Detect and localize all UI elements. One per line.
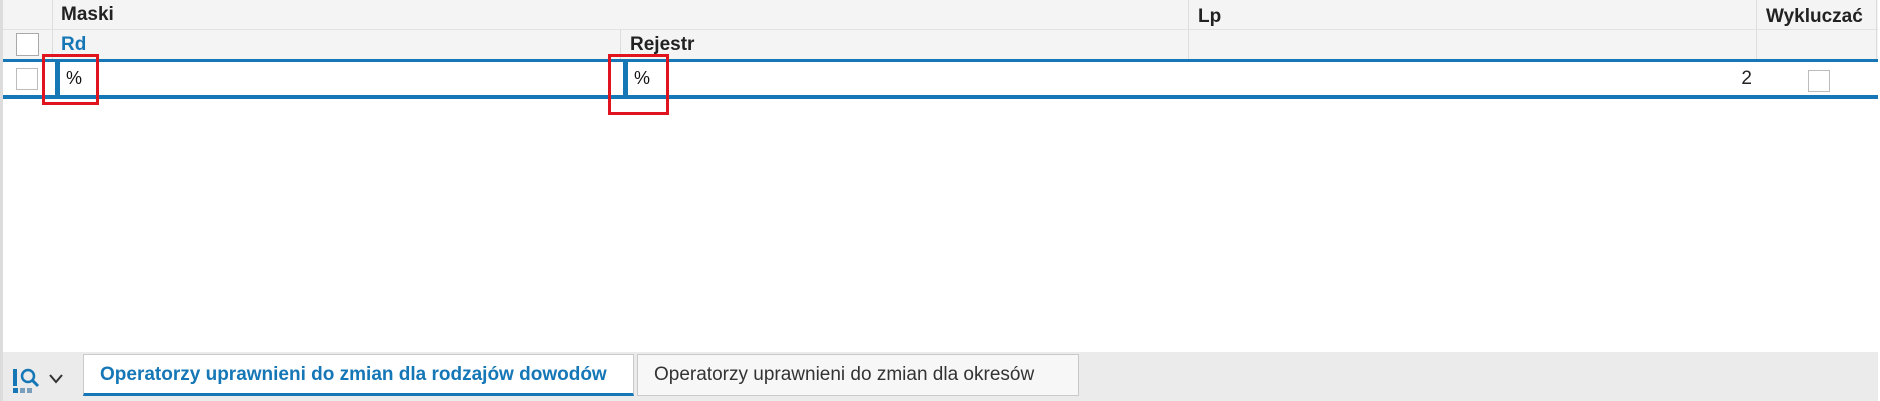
highlight-box-rejestr — [608, 54, 669, 115]
tab-period-operators[interactable]: Operatorzy uprawnieni do zmian dla okres… — [637, 354, 1079, 396]
header-separator — [1876, 0, 1877, 59]
select-all-checkbox[interactable] — [16, 33, 39, 56]
column-header-rd[interactable]: Rd — [61, 34, 86, 56]
wykluczac-checkbox[interactable] — [1808, 70, 1830, 92]
grid-header-column-row — [3, 30, 1878, 59]
column-header-lp[interactable]: Lp — [1198, 6, 1221, 28]
header-separator — [1188, 0, 1189, 59]
grid-header-group-row — [3, 0, 1878, 30]
tab-document-types-operators[interactable]: Operatorzy uprawnieni do zmian dla rodza… — [83, 354, 634, 396]
row-checkbox[interactable] — [16, 68, 38, 90]
column-header-rejestr[interactable]: Rejestr — [630, 34, 694, 56]
header-separator — [52, 0, 53, 59]
header-separator — [1756, 0, 1757, 59]
row-selection-bottom-border — [3, 95, 1878, 99]
rd-cell-input[interactable]: % — [55, 62, 620, 95]
chevron-down-icon[interactable] — [48, 372, 64, 386]
search-layout-icon[interactable] — [10, 365, 44, 395]
rejestr-cell-input[interactable]: % — [623, 62, 1188, 95]
lp-cell[interactable]: 2 — [1190, 68, 1752, 90]
column-header-wykluczac[interactable]: Wykluczać — [1766, 6, 1863, 28]
group-header-maski: Maski — [61, 4, 114, 25]
highlight-box-rd — [42, 54, 99, 105]
